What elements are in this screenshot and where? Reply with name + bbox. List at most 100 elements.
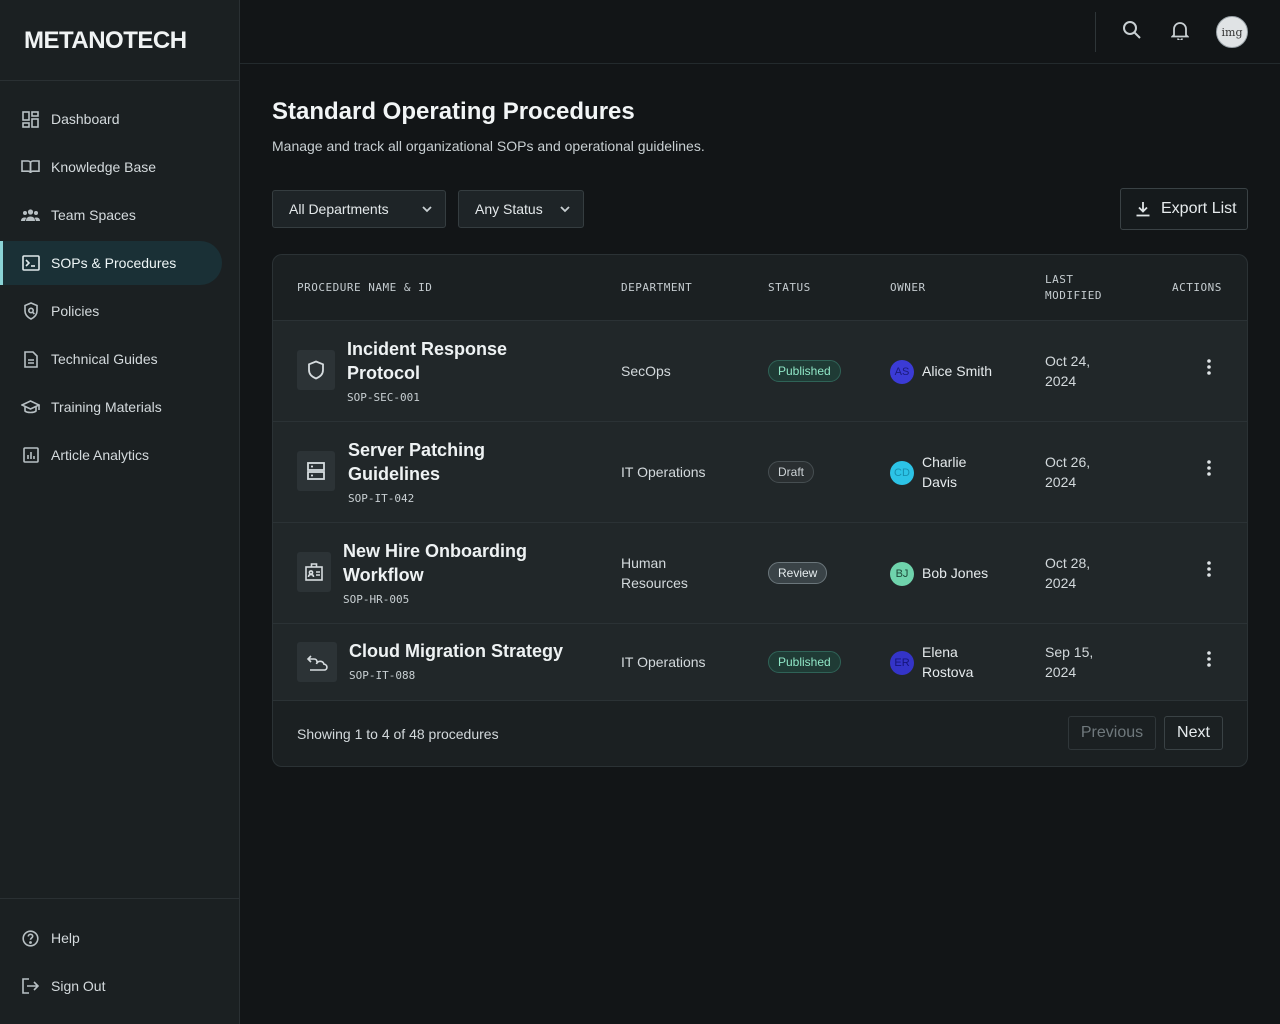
table-row[interactable]: Server Patching Guidelines SOP-IT-042 IT…	[273, 422, 1247, 523]
sidebar-item-policies[interactable]: Policies	[0, 289, 222, 333]
brand-logo[interactable]: METANOTECH	[24, 27, 187, 55]
terminal-icon	[21, 254, 40, 273]
owner-name-line2: Davis	[922, 474, 958, 490]
sidebar-item-help[interactable]: Help	[0, 916, 222, 960]
status-filter[interactable]: Any Status	[458, 190, 584, 228]
date-line1: Oct 26,	[1045, 454, 1091, 470]
bell-icon[interactable]	[1168, 18, 1192, 42]
table-row[interactable]: New Hire Onboarding Workflow SOP-HR-005 …	[273, 523, 1247, 624]
column-last-modified[interactable]: LAST MODIFIED	[1045, 272, 1102, 304]
owner-name-line1: Elena	[922, 644, 958, 660]
procedure-name[interactable]: New Hire Onboarding Workflow	[343, 539, 527, 587]
page-subtitle: Manage and track all organizational SOPs…	[272, 138, 705, 154]
procedure-name-line1: Server Patching	[348, 440, 486, 460]
sidebar-item-dashboard[interactable]: Dashboard	[0, 97, 222, 141]
chevron-down-icon	[422, 206, 432, 213]
department-filter[interactable]: All Departments	[272, 190, 446, 228]
help-icon	[21, 929, 40, 948]
last-modified-cell: Oct 24, 2024	[1045, 351, 1090, 391]
date-line2: 2024	[1045, 575, 1077, 591]
sidebar-item-label: Dashboard	[51, 111, 120, 127]
column-actions: ACTIONS	[1172, 281, 1222, 294]
status-badge: Published	[768, 651, 841, 673]
sidebar-item-label: Policies	[51, 303, 100, 319]
more-actions-icon[interactable]	[1205, 459, 1213, 477]
owner-name-line1: Charlie	[922, 454, 967, 470]
owner-name: Elena Rostova	[922, 642, 973, 682]
next-page-button[interactable]: Next	[1164, 716, 1223, 750]
sidebar-item-knowledge-base[interactable]: Knowledge Base	[0, 145, 222, 189]
shield-icon	[297, 350, 335, 390]
procedure-name-line1: Cloud Migration Strategy	[349, 641, 564, 661]
sidebar-item-training-materials[interactable]: Training Materials	[0, 385, 222, 429]
procedure-name-line2: Guidelines	[348, 464, 441, 484]
column-department[interactable]: DEPARTMENT	[621, 280, 692, 296]
department-line1: IT Operations	[621, 654, 706, 670]
sidebar-item-label: Training Materials	[51, 399, 162, 415]
column-last-modified-line1: LAST	[1045, 273, 1074, 286]
more-actions-icon[interactable]	[1205, 560, 1213, 578]
sidebar-item-article-analytics[interactable]: Article Analytics	[0, 433, 222, 477]
export-list-label: Export List	[1161, 200, 1237, 217]
analytics-icon	[21, 446, 40, 465]
procedure-id: SOP-IT-042	[348, 492, 415, 505]
procedure-name-line2: Protocol	[347, 363, 421, 383]
procedure-name[interactable]: Incident Response Protocol	[347, 337, 507, 385]
topbar-divider	[1095, 12, 1096, 52]
date-line2: 2024	[1045, 373, 1077, 389]
sidebar-footer-divider	[0, 898, 239, 899]
sidebar-item-team-spaces[interactable]: Team Spaces	[0, 193, 222, 237]
department-line1: Human	[621, 555, 667, 571]
column-owner[interactable]: OWNER	[890, 280, 926, 296]
export-list-button[interactable]: Export List	[1120, 188, 1248, 230]
server-icon	[297, 451, 335, 491]
status-badge: Review	[768, 562, 828, 584]
policy-shield-icon	[21, 302, 40, 321]
team-icon	[21, 206, 40, 225]
department-filter-value: All Departments	[289, 201, 389, 217]
user-avatar[interactable]: img	[1216, 16, 1248, 48]
department-cell: IT Operations	[621, 652, 706, 672]
sign-out-icon	[21, 977, 40, 996]
department-cell: Human Resources	[621, 553, 688, 593]
owner-name-line1: Bob Jones	[922, 565, 989, 581]
previous-page-button[interactable]: Previous	[1068, 716, 1156, 750]
date-line1: Oct 28,	[1045, 555, 1091, 571]
owner-name: Alice Smith	[922, 361, 992, 381]
search-icon[interactable]	[1120, 18, 1144, 42]
more-actions-icon[interactable]	[1205, 358, 1213, 376]
column-procedure-name[interactable]: PROCEDURE NAME & ID	[297, 280, 432, 296]
procedure-name-line2: Workflow	[343, 565, 424, 585]
badge-icon	[297, 552, 331, 592]
table-row[interactable]: Incident Response Protocol SOP-SEC-001 S…	[273, 321, 1247, 422]
book-icon	[21, 158, 40, 177]
sidebar-item-label: Article Analytics	[51, 447, 150, 463]
status-badge: Draft	[768, 461, 815, 483]
sidebar-item-label: Sign Out	[51, 978, 106, 994]
status-badge: Published	[768, 360, 841, 382]
sidebar-item-sign-out[interactable]: Sign Out	[0, 964, 222, 1008]
department-cell: SecOps	[621, 361, 671, 381]
owner-avatar: CD	[890, 461, 914, 485]
chevron-down-icon	[560, 206, 570, 213]
owner-name-line1: Alice Smith	[922, 363, 993, 379]
date-line2: 2024	[1045, 474, 1077, 490]
procedure-name[interactable]: Cloud Migration Strategy	[349, 639, 563, 663]
download-icon	[1136, 202, 1150, 217]
procedure-name[interactable]: Server Patching Guidelines	[348, 438, 485, 486]
procedures-table: PROCEDURE NAME & ID DEPARTMENT STATUS OW…	[272, 254, 1248, 767]
date-line1: Sep 15,	[1045, 644, 1094, 660]
procedure-name-line1: Incident Response	[347, 339, 508, 359]
more-actions-icon[interactable]	[1205, 650, 1213, 668]
last-modified-cell: Sep 15, 2024	[1045, 642, 1093, 682]
owner-avatar: BJ	[890, 562, 914, 586]
procedure-id: SOP-SEC-001	[347, 391, 420, 404]
column-status[interactable]: STATUS	[768, 280, 811, 296]
sidebar-item-label: Team Spaces	[51, 207, 136, 223]
sidebar-item-technical-guides[interactable]: Technical Guides	[0, 337, 222, 381]
sidebar-item-sops[interactable]: SOPs & Procedures	[0, 241, 222, 285]
owner-name-line2: Rostova	[922, 664, 974, 680]
sidebar-item-label: Knowledge Base	[51, 159, 157, 175]
page-title: Standard Operating Procedures	[272, 98, 635, 125]
table-row[interactable]: Cloud Migration Strategy SOP-IT-088 IT O…	[273, 624, 1247, 701]
